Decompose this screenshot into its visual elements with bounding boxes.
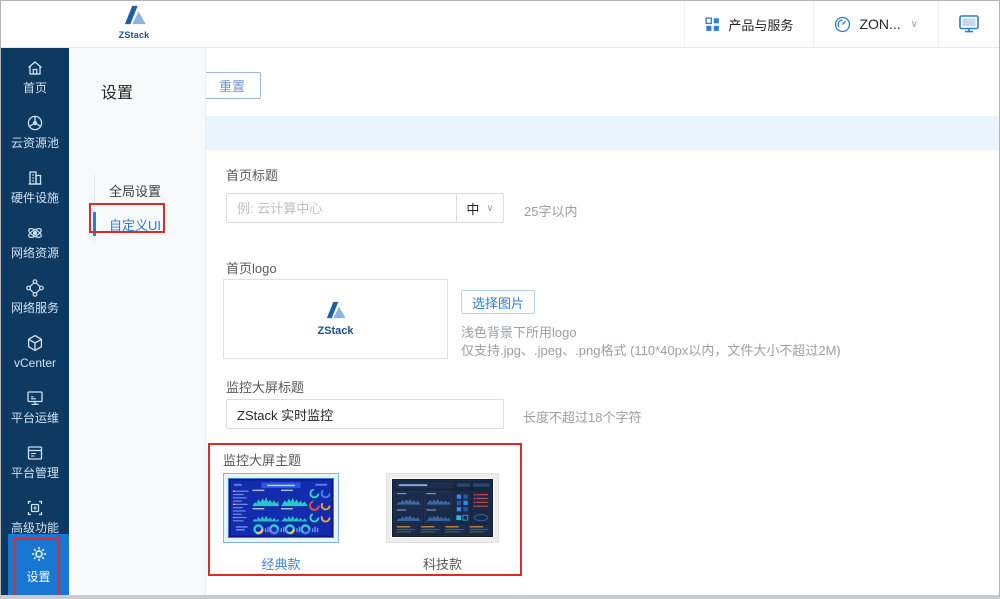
zstack-settings-window: ZStack 产品与服务 ZON... ∨ [0, 0, 1000, 599]
menu-item-custom-ui[interactable]: 自定义UI [69, 207, 205, 241]
sidebar-item-label: 网络服务 [11, 302, 59, 314]
settings-menu: 全局设置 自定义UI [69, 173, 205, 241]
sidebar-item-label: vCenter [14, 357, 56, 369]
cube-icon [25, 333, 45, 353]
settings-sidebar-title: 设置 [101, 79, 133, 103]
sidebar-item-label: 平台运维 [11, 412, 59, 424]
theme-label-tech[interactable]: 科技款 [386, 554, 499, 573]
theme-option-tech[interactable] [386, 473, 499, 543]
menu-item-label: 自定义UI [109, 215, 161, 234]
sidebar-item-label: 网络资源 [11, 247, 59, 259]
hardware-icon [25, 168, 45, 188]
sidebar-item-network-resource[interactable]: 网络资源 [1, 213, 69, 268]
primary-sidebar: 首页 云资源池 硬件设施 网络资源 [1, 48, 69, 595]
tech-theme-thumbnail [391, 478, 494, 538]
theme-label-classic[interactable]: 经典款 [223, 554, 339, 573]
menu-item-global-settings[interactable]: 全局设置 [69, 173, 205, 207]
reset-button[interactable]: 重置 [206, 72, 261, 99]
sidebar-item-settings[interactable]: 设置 [8, 534, 69, 595]
language-select-value: 中 [466, 199, 479, 218]
menu-item-label: 全局设置 [109, 181, 161, 200]
sidebar-item-label: 云资源池 [11, 137, 59, 149]
active-indicator-bar [93, 212, 96, 236]
cloud-pool-icon [25, 113, 45, 133]
grid-icon [705, 17, 720, 32]
sidebar-item-platform-manage[interactable]: 平台管理 [1, 433, 69, 488]
logo-preview-box: ZStack [223, 279, 448, 359]
sidebar-item-label: 高级功能 [11, 522, 59, 534]
sidebar-item-hardware[interactable]: 硬件设施 [1, 158, 69, 213]
sidebar-item-label: 平台管理 [11, 467, 59, 479]
advanced-icon [25, 498, 45, 518]
chevron-down-icon: ∨ [486, 203, 493, 214]
home-title-label: 首页标题 [226, 165, 278, 184]
home-title-input[interactable] [226, 193, 457, 223]
classic-theme-thumbnail [228, 478, 334, 538]
network-resource-icon [25, 223, 45, 243]
logo-hint-line2: 仅支持.jpg、.jpeg、.png格式 (110*40px以内，文件大小不超过… [461, 340, 841, 359]
zstack-logo-text: ZStack [114, 30, 154, 40]
sidebar-item-label: 设置 [26, 568, 50, 585]
custom-ui-panel: 重置 首页标题 中 ∨ 25字以内 首页logo ZStack 选择图片 浅色背… [206, 48, 999, 595]
language-select[interactable]: 中 ∨ [457, 193, 504, 223]
sidebar-item-network-service[interactable]: 网络服务 [1, 268, 69, 323]
logo-hint-line1: 浅色背景下所用logo [461, 322, 577, 341]
sidebar-item-cloud-pool[interactable]: 云资源池 [1, 103, 69, 158]
settings-sidebar: 设置 全局设置 自定义UI [69, 48, 206, 595]
chevron-down-icon: ∨ [911, 19, 918, 30]
sidebar-item-platform-ops[interactable]: 平台运维 [1, 378, 69, 433]
logo-preview-text: ZStack [317, 325, 353, 337]
account-menu[interactable]: ZON... ∨ [813, 1, 938, 47]
theme-option-classic[interactable] [223, 473, 339, 543]
ops-monitor-icon [25, 388, 45, 408]
sidebar-item-home[interactable]: 首页 [1, 48, 69, 103]
section-band [206, 116, 999, 150]
zstack-header-logo: ZStack [114, 5, 154, 40]
products-services-menu[interactable]: 产品与服务 [684, 1, 813, 47]
sidebar-item-label: 硬件设施 [11, 192, 59, 204]
monitor-title-input[interactable] [226, 399, 504, 429]
monitor-screen-button[interactable] [938, 1, 999, 47]
zstack-logo-icon [323, 301, 347, 319]
gear-icon [29, 544, 49, 564]
top-header: ZStack 产品与服务 ZON... ∨ [1, 1, 999, 48]
home-logo-label: 首页logo [226, 258, 277, 277]
home-icon [25, 58, 45, 78]
sidebar-item-label: 首页 [23, 82, 47, 94]
monitor-title-hint: 长度不超过18个字符 [523, 407, 641, 426]
gauge-icon [834, 16, 851, 33]
sidebar-item-vcenter[interactable]: vCenter [1, 323, 69, 378]
monitor-title-label: 监控大屏标题 [226, 377, 304, 396]
products-services-label: 产品与服务 [728, 15, 793, 34]
theme-label: 监控大屏主题 [223, 450, 301, 469]
home-title-hint: 25字以内 [524, 201, 577, 220]
platform-manage-icon [25, 443, 45, 463]
choose-image-button[interactable]: 选择图片 [461, 290, 535, 314]
logo-preview: ZStack [317, 301, 353, 337]
account-label: ZON... [859, 16, 900, 32]
zstack-logo-icon [121, 5, 147, 25]
network-service-icon [25, 278, 45, 298]
monitor-icon [959, 15, 979, 33]
